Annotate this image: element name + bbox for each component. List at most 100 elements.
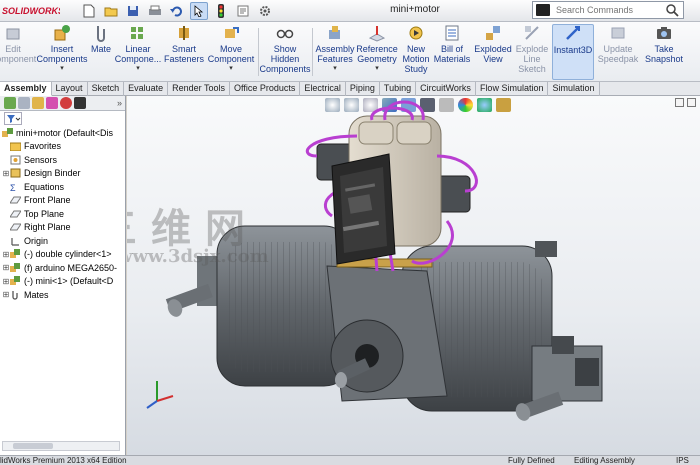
design-binder-icon xyxy=(10,168,21,178)
open-folder-icon[interactable] xyxy=(102,2,120,20)
filter-funnel-icon xyxy=(7,115,21,123)
app-logo[interactable]: SOLIDWORKS xyxy=(0,3,60,19)
smart-fasteners-label: Smart Fasteners xyxy=(164,44,205,64)
tree-item-label: Right Plane xyxy=(24,222,71,233)
tab-circuitworks[interactable]: CircuitWorks xyxy=(416,82,476,96)
expand-plus-icon[interactable]: ⊞ xyxy=(2,290,10,299)
tab-render-tools[interactable]: Render Tools xyxy=(168,82,230,96)
panel-horizontal-scrollbar[interactable] xyxy=(2,441,120,451)
tree-filter-dropdown[interactable] xyxy=(4,112,22,125)
model-3d-render[interactable] xyxy=(127,96,700,455)
tree-item-top-plane[interactable]: Top Plane xyxy=(2,207,125,221)
camera-snapshot-icon xyxy=(657,27,671,39)
dimxpert-manager-icon[interactable] xyxy=(46,97,58,109)
tree-item-mates[interactable]: ⊞ Mates xyxy=(2,288,125,302)
tab-office-products[interactable]: Office Products xyxy=(230,82,301,96)
instant3d-label: Instant3D xyxy=(553,45,593,55)
configuration-manager-icon[interactable] xyxy=(32,97,44,109)
traffic-light-rebuild-icon[interactable] xyxy=(212,2,230,20)
tree-item-label: (-) double cylinder<1> xyxy=(24,249,112,260)
mate-label: Mate xyxy=(90,44,111,54)
chevron-down-icon[interactable]: ▾ xyxy=(333,64,337,74)
graphics-area[interactable]: 三维网 www.3dsjx.com xyxy=(127,96,700,455)
tab-assembly[interactable]: Assembly xyxy=(0,82,52,96)
insert-components-button[interactable]: Insert Components ▾ xyxy=(36,24,88,80)
options-gear-icon[interactable] xyxy=(256,2,274,20)
insert-components-label: Insert Components xyxy=(36,44,88,64)
explode-line-sketch-icon xyxy=(525,26,539,40)
mate-button[interactable]: Mate xyxy=(88,24,114,80)
instant3d-button[interactable]: Instant3D xyxy=(552,24,594,80)
tree-item-f-arduino-mega2650[interactable]: ⊞ (f) arduino MEGA2650- xyxy=(2,261,125,275)
expand-plus-icon[interactable]: ⊞ xyxy=(2,263,10,272)
search-icon[interactable] xyxy=(666,4,679,17)
tab-sketch[interactable]: Sketch xyxy=(88,82,125,96)
right-mount-bracket xyxy=(535,241,557,257)
save-icon[interactable] xyxy=(124,2,142,20)
tree-item-favorites[interactable]: Favorites xyxy=(2,140,125,154)
chevron-down-icon[interactable]: ▾ xyxy=(229,64,233,74)
reference-geometry-button[interactable]: Reference Geometry ▾ xyxy=(356,24,398,80)
tab-tubing[interactable]: Tubing xyxy=(380,82,417,96)
linear-component-pattern-button[interactable]: Linear Compone... ▾ xyxy=(114,24,162,80)
feature-manager-tree-icon[interactable] xyxy=(4,97,16,109)
glasses-show-hidden-icon xyxy=(276,29,294,39)
display-manager-icon[interactable] xyxy=(60,97,72,109)
tree-item-sensors[interactable]: Sensors xyxy=(2,153,125,167)
tab-flow-simulation[interactable]: Flow Simulation xyxy=(476,82,549,96)
take-snapshot-button[interactable]: Take Snapshot xyxy=(642,24,686,80)
update-speedpak-icon xyxy=(611,27,625,39)
expand-plus-icon[interactable]: ⊞ xyxy=(2,250,10,259)
show-hidden-components-button[interactable]: Show Hidden Components xyxy=(259,24,311,80)
status-units[interactable]: IPS xyxy=(676,456,689,465)
origin-icon xyxy=(11,237,19,246)
tab-piping[interactable]: Piping xyxy=(346,82,380,96)
tree-item-label: Favorites xyxy=(24,141,62,152)
print-icon[interactable] xyxy=(146,2,164,20)
search-input[interactable] xyxy=(556,5,666,15)
property-manager-icon[interactable] xyxy=(18,97,30,109)
expand-plus-icon[interactable]: ⊞ xyxy=(2,169,10,178)
tree-item-equations[interactable]: Σ Equations xyxy=(2,180,125,194)
chevron-down-icon[interactable]: ▾ xyxy=(60,64,64,74)
tree-item-right-plane[interactable]: Right Plane xyxy=(2,221,125,235)
tree-root-assembly[interactable]: mini+motor (Default<Dis xyxy=(2,126,125,140)
update-speedpak-button[interactable]: Update Speedpak xyxy=(596,24,640,80)
smart-fasteners-button[interactable]: Smart Fasteners xyxy=(164,24,204,80)
tree-item-label: (-) mini<1> (Default<D xyxy=(24,276,114,287)
file-properties-icon[interactable] xyxy=(234,2,252,20)
cam-manager-icon[interactable] xyxy=(74,97,86,109)
scrollbar-thumb[interactable] xyxy=(13,443,53,449)
svg-text:Σ: Σ xyxy=(10,183,16,192)
move-component-label: Move Component xyxy=(207,44,255,64)
tree-item-design-binder[interactable]: ⊞ Design Binder xyxy=(2,167,125,181)
tree-item-mini-1-default-d[interactable]: ⊞ (-) mini<1> (Default<D xyxy=(2,275,125,289)
tree-item-origin[interactable]: Origin xyxy=(2,234,125,248)
tree-item-front-plane[interactable]: Front Plane xyxy=(2,194,125,208)
chevron-down-icon[interactable]: ▾ xyxy=(136,64,140,74)
select-pointer-icon[interactable] xyxy=(190,2,208,20)
tab-simulation[interactable]: Simulation xyxy=(548,82,600,96)
tab-electrical[interactable]: Electrical xyxy=(300,82,346,96)
chevron-down-icon[interactable]: ▾ xyxy=(375,64,379,74)
new-motion-study-button[interactable]: New Motion Study xyxy=(399,24,433,80)
edit-component-button[interactable]: Edit Component xyxy=(0,24,36,80)
command-tabs: Assembly Layout Sketch Evaluate Render Tools… xyxy=(0,82,700,96)
tree-item-double-cylinder-1[interactable]: ⊞ (-) double cylinder<1> xyxy=(2,248,125,262)
bill-of-materials-icon xyxy=(445,25,459,41)
command-manager-ribbon: Edit Component Insert Components ▾ Mate … xyxy=(0,22,700,82)
expand-panel-icon[interactable]: » xyxy=(117,98,122,108)
assembly-features-button[interactable]: Assembly Features ▾ xyxy=(314,24,356,80)
explode-line-sketch-button[interactable]: Explode Line Sketch xyxy=(514,24,550,80)
new-document-icon[interactable] xyxy=(80,2,98,20)
undo-icon[interactable] xyxy=(168,2,186,20)
search-commands-box[interactable] xyxy=(532,1,684,19)
move-component-button[interactable]: Move Component ▾ xyxy=(206,24,256,80)
exploded-view-label: Exploded View xyxy=(474,44,512,64)
tab-layout[interactable]: Layout xyxy=(52,82,88,96)
explode-line-sketch-label: Explode Line Sketch xyxy=(515,44,549,74)
expand-plus-icon[interactable]: ⊞ xyxy=(2,277,10,286)
tab-evaluate[interactable]: Evaluate xyxy=(124,82,169,96)
bill-of-materials-button[interactable]: Bill of Materials xyxy=(434,24,470,80)
exploded-view-button[interactable]: Exploded View xyxy=(472,24,514,80)
